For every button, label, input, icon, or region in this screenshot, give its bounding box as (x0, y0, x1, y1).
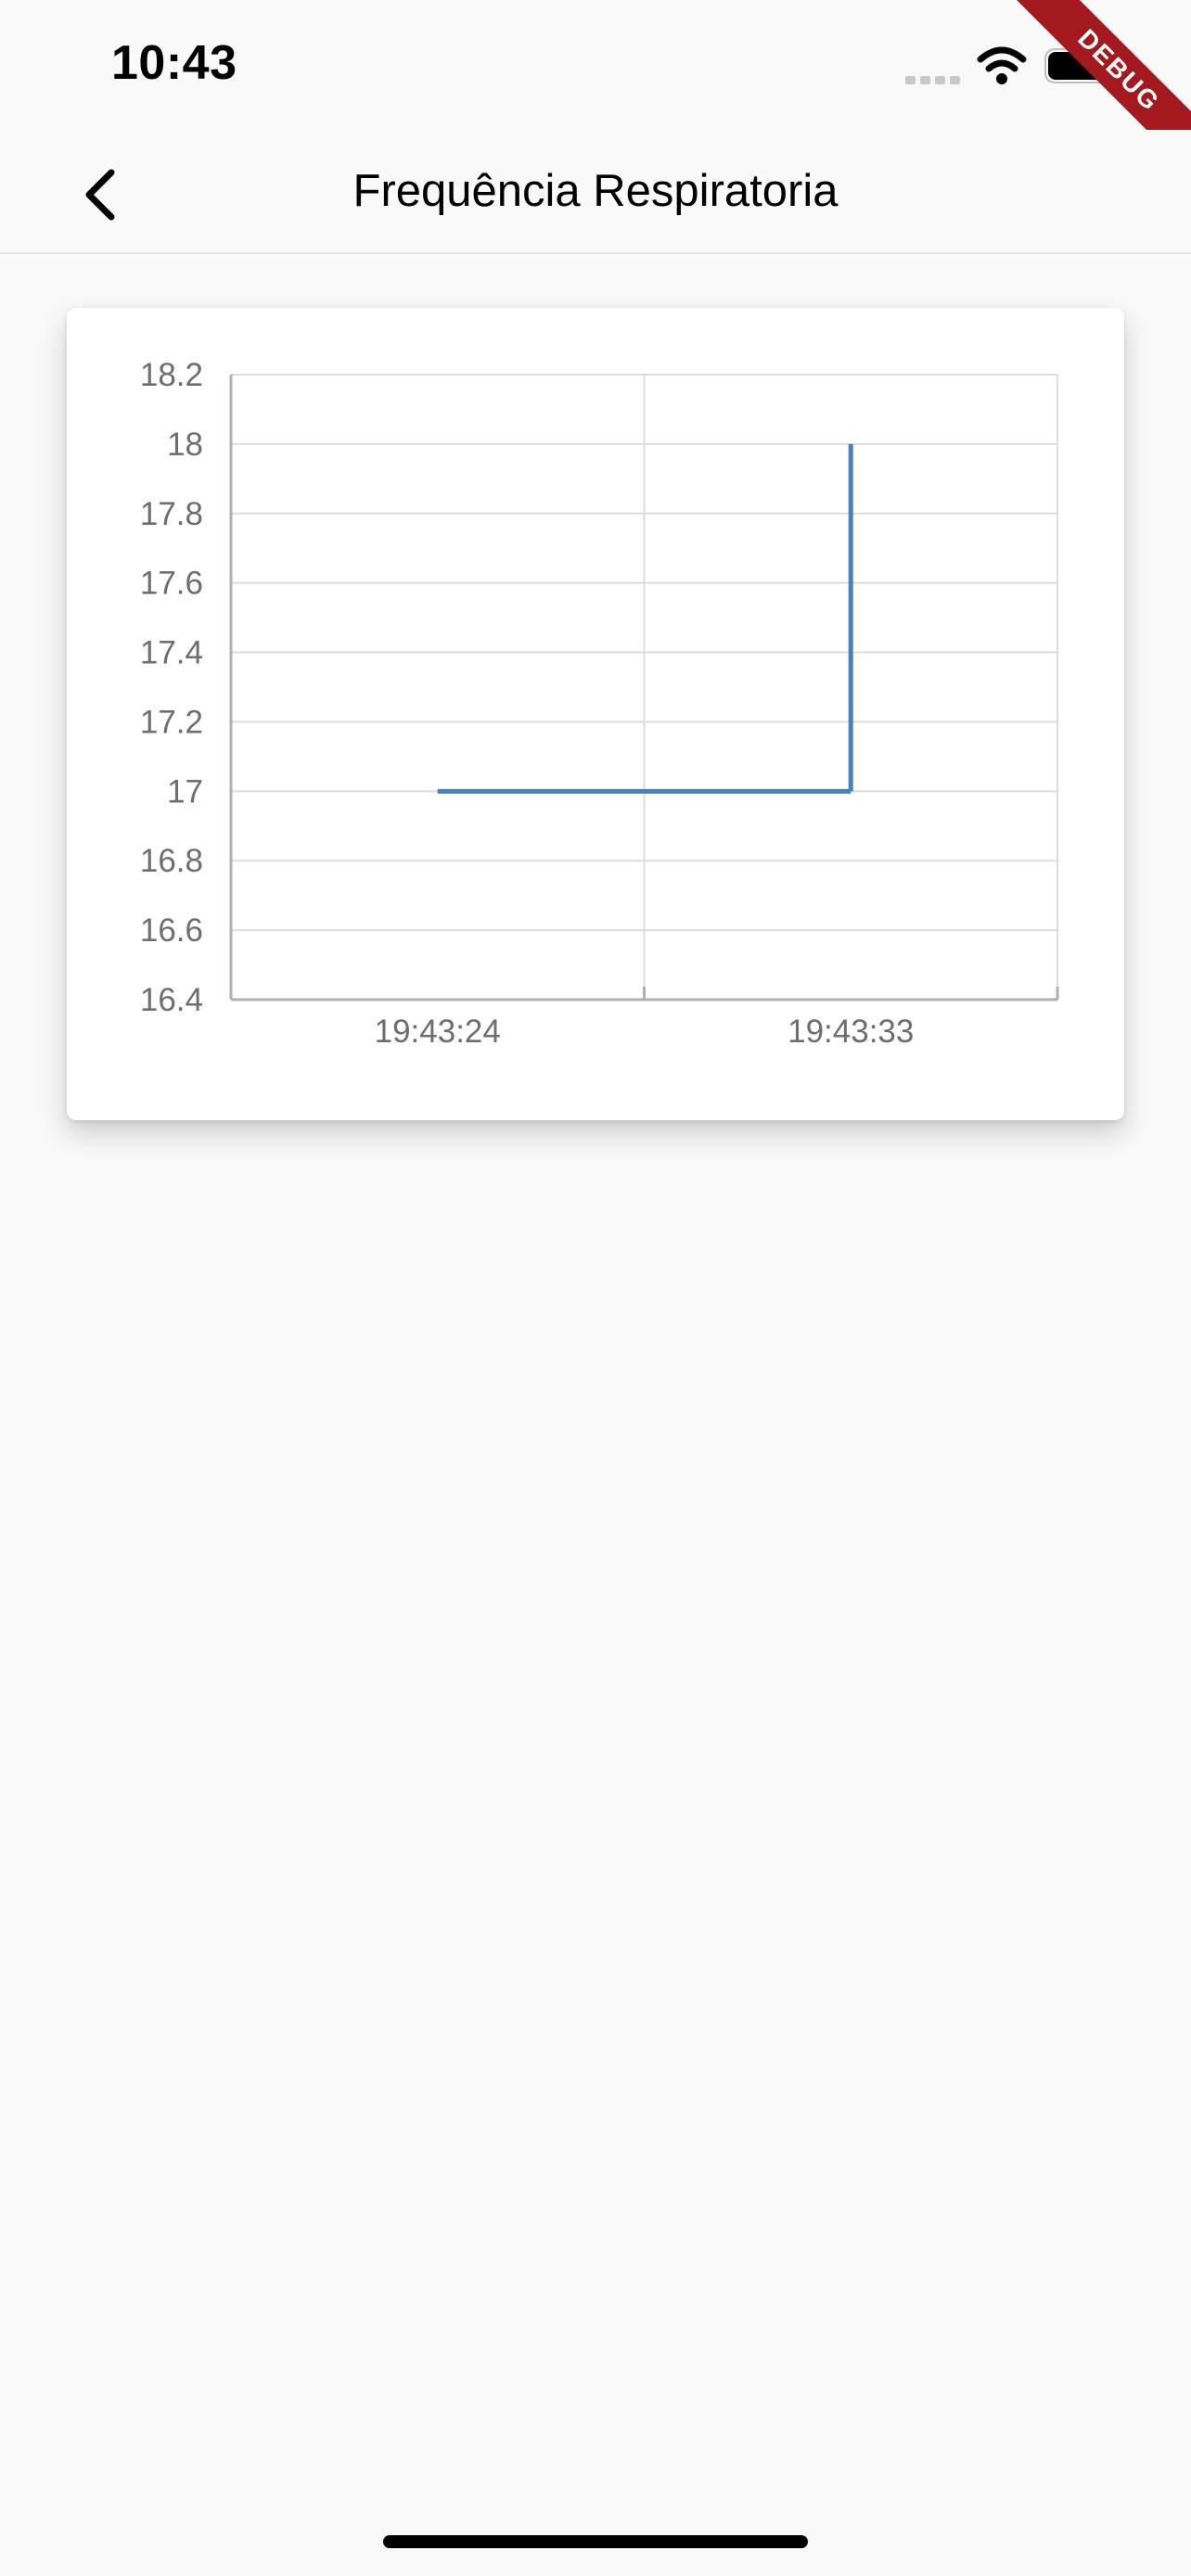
y-tick-label: 17 (167, 773, 203, 810)
y-tick-label: 17.4 (140, 635, 203, 671)
y-tick-label: 18.2 (140, 357, 203, 393)
y-tick-label: 18 (167, 427, 203, 463)
x-tick-label: 19:43:33 (788, 1014, 914, 1050)
signal-icon (905, 76, 960, 84)
respiratory-rate-chart: 18.2 18 17.8 17.6 17.4 17.2 17 16.8 16.6 16.4 19:4… (140, 357, 1059, 1050)
y-tick-label: 17.6 (140, 566, 203, 602)
status-bar: 10:43 (0, 0, 1191, 130)
chart-card: 18.2 18 17.8 17.6 17.4 17.2 17 16.8 16.6 16.4 19:4… (67, 308, 1124, 1120)
chart-grid (231, 374, 1058, 1000)
home-indicator (383, 2535, 808, 2548)
y-tick-label: 16.8 (140, 843, 203, 879)
y-tick-label: 17.2 (140, 704, 203, 740)
wifi-icon (977, 46, 1027, 84)
app-bar: Frequência Respiratoria (0, 130, 1191, 254)
x-tick-label: 19:43:24 (375, 1014, 501, 1050)
chart-tick-labels: 18.2 18 17.8 17.6 17.4 17.2 17 16.8 16.6 16.4 19:4… (140, 357, 915, 1050)
page-title: Frequência Respiratoria (352, 166, 839, 216)
status-time: 10:43 (111, 36, 237, 90)
y-tick-label: 16.4 (140, 982, 203, 1018)
battery-icon (1044, 48, 1120, 83)
y-tick-label: 16.6 (140, 912, 203, 949)
y-tick-label: 17.8 (140, 496, 203, 532)
